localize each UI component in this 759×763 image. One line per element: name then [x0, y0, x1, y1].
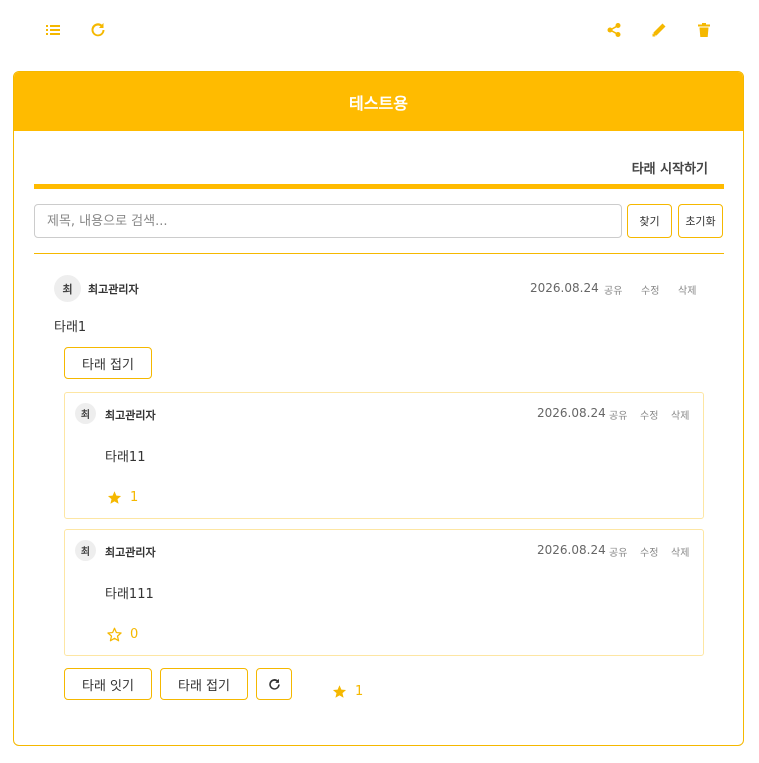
- search-input[interactable]: [34, 204, 622, 238]
- refresh-icon: [91, 23, 105, 37]
- post-edit-link[interactable]: 수정: [641, 282, 659, 297]
- delete-button[interactable]: [693, 19, 715, 41]
- reply-item: 최 최고관리자 2026.08.24 공유 수정 삭제 타래11 1: [64, 392, 704, 519]
- post-content: 타래1: [54, 320, 87, 335]
- star-filled-icon: [107, 491, 122, 504]
- fold-thread-button[interactable]: 타래 접기: [160, 668, 248, 700]
- like-count: 0: [130, 627, 139, 642]
- reply-content: 타래111: [105, 587, 154, 602]
- like-button[interactable]: 1: [107, 490, 138, 505]
- star-filled-icon: [332, 685, 347, 698]
- post-delete-link[interactable]: 삭제: [678, 282, 696, 297]
- avatar: 최: [75, 540, 96, 561]
- post-author: 최고관리자: [88, 283, 139, 296]
- reply-author: 최고관리자: [105, 546, 156, 559]
- post-date: 2026.08.24: [530, 281, 599, 295]
- avatar: 최: [54, 275, 81, 302]
- trash-icon: [698, 23, 710, 37]
- post-share-link[interactable]: 공유: [604, 282, 622, 297]
- continue-thread-button[interactable]: 타래 잇기: [64, 668, 152, 700]
- tab-active-bar: [34, 184, 724, 189]
- reply-date: 2026.08.24: [537, 406, 606, 420]
- star-outline-icon: [107, 627, 122, 642]
- reply-edit-link[interactable]: 수정: [640, 407, 658, 422]
- reload-replies-button[interactable]: [256, 668, 292, 700]
- thread-card: 테스트용 타래 시작하기 찾기 초기화 최 최고관리자 2026.08.24 공…: [13, 71, 744, 746]
- reply-author: 최고관리자: [105, 409, 156, 422]
- like-count: 1: [130, 490, 139, 505]
- like-count: 1: [355, 684, 364, 699]
- search-button[interactable]: 찾기: [627, 204, 672, 238]
- reply-content: 타래11: [105, 450, 146, 465]
- share-icon: [607, 23, 621, 37]
- reply-share-link[interactable]: 공유: [609, 544, 627, 559]
- divider: [34, 253, 724, 254]
- share-button[interactable]: [603, 19, 625, 41]
- reply-date: 2026.08.24: [537, 543, 606, 557]
- tab-start-thread[interactable]: 타래 시작하기: [34, 151, 724, 191]
- page-title: 테스트용: [349, 93, 408, 113]
- card-header: 테스트용: [14, 72, 743, 131]
- fold-thread-button[interactable]: 타래 접기: [64, 347, 152, 379]
- like-button[interactable]: 0: [107, 627, 138, 642]
- toolbar: [0, 0, 759, 60]
- list-button[interactable]: [42, 19, 64, 41]
- like-button[interactable]: 1: [332, 684, 363, 699]
- reply-delete-link[interactable]: 삭제: [671, 407, 689, 422]
- reply-delete-link[interactable]: 삭제: [671, 544, 689, 559]
- pencil-icon: [652, 23, 666, 37]
- reply-item: 최 최고관리자 2026.08.24 공유 수정 삭제 타래111 0: [64, 529, 704, 656]
- reply-share-link[interactable]: 공유: [609, 407, 627, 422]
- list-icon: [46, 25, 60, 35]
- refresh-button[interactable]: [87, 19, 109, 41]
- edit-button[interactable]: [648, 19, 670, 41]
- refresh-icon: [268, 678, 280, 690]
- reply-edit-link[interactable]: 수정: [640, 544, 658, 559]
- tab-start-label: 타래 시작하기: [631, 162, 708, 177]
- avatar: 최: [75, 403, 96, 424]
- reset-button[interactable]: 초기화: [678, 204, 723, 238]
